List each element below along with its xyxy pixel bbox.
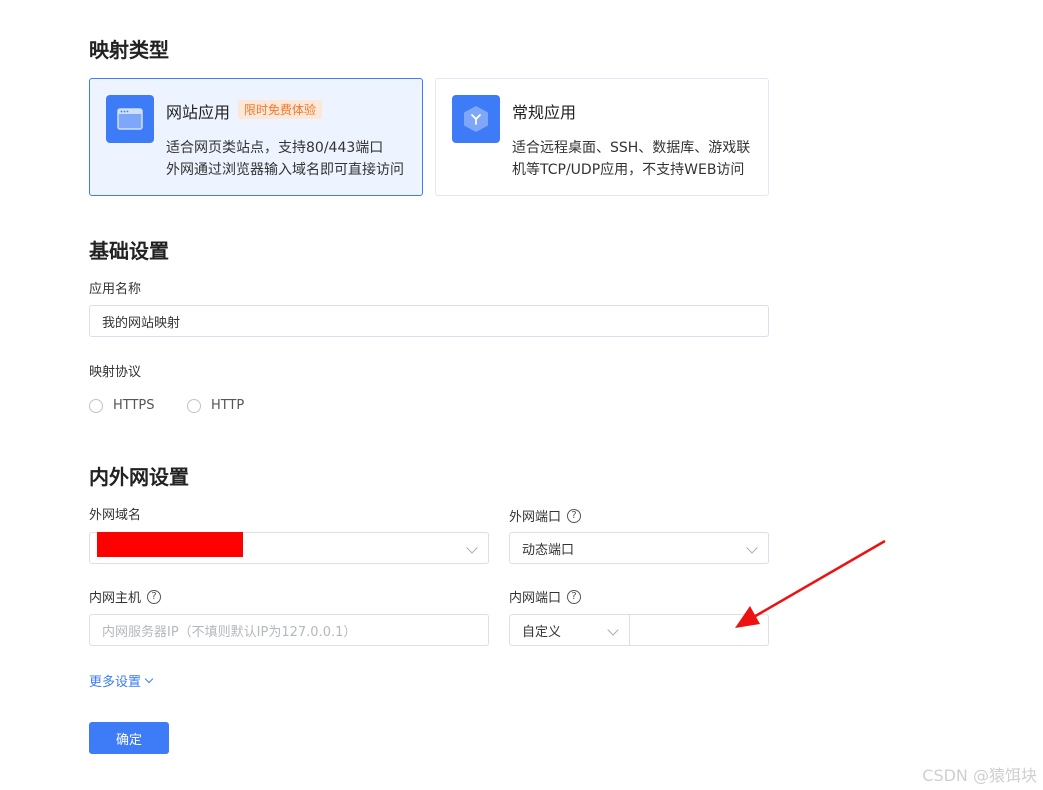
free-trial-badge: 限时免费体验 [238, 100, 323, 119]
help-icon[interactable]: ? [567, 589, 582, 604]
card-web-desc-line: 外网通过浏览器输入域名即可直接访问 [166, 162, 404, 178]
internal-host-label: 内网主机 ? [89, 587, 162, 606]
internal-host-placeholder: 内网服务器IP（不填则默认IP为127.0.0.1） [102, 624, 357, 640]
external-domain-label: 外网域名 [89, 508, 142, 523]
card-general-app[interactable]: 常规应用 适合远程桌面、SSH、数据库、游戏联 机等TCP/UDP应用，不支持W… [435, 78, 769, 196]
internal-host-input[interactable]: 内网服务器IP（不填则默认IP为127.0.0.1） [89, 614, 489, 646]
external-port-value: 动态端口 [522, 542, 575, 558]
internal-host-label-text: 内网主机 [89, 591, 142, 606]
internal-port-mode-value: 自定义 [522, 624, 562, 640]
app-name-label: 应用名称 [89, 282, 142, 297]
card-web-title: 网站应用 [166, 103, 231, 122]
help-icon[interactable]: ? [147, 589, 162, 604]
card-web-app[interactable]: 网站应用 限时免费体验 适合网页类站点，支持80/443端口 外网通过浏览器输入… [89, 78, 423, 196]
app-name-value: 我的网站映射 [102, 315, 181, 331]
radio-circle [187, 398, 201, 413]
section-title-network: 内外网设置 [89, 465, 189, 489]
chevron-down-icon [466, 542, 478, 554]
chevron-down-icon [607, 624, 619, 636]
radio-https[interactable]: HTTPS [89, 398, 155, 413]
app-name-input[interactable]: 我的网站映射 [89, 305, 769, 337]
watermark: CSDN @猿饵块 [922, 766, 1037, 785]
chevron-down-icon [144, 674, 154, 684]
more-settings-link[interactable]: 更多设置 [89, 671, 154, 690]
radio-http-label: HTTP [211, 398, 245, 413]
card-web-description: 适合网页类站点，支持80/443端口 外网通过浏览器输入域名即可直接访问 [166, 137, 416, 181]
browser-window-icon [106, 95, 154, 143]
protocol-label: 映射协议 [89, 365, 142, 380]
card-general-desc-line: 适合远程桌面、SSH、数据库、游戏联 [512, 140, 751, 156]
internal-port-label: 内网端口 ? [509, 587, 582, 606]
radio-https-label: HTTPS [113, 398, 155, 413]
chevron-down-icon [746, 542, 758, 554]
card-general-title: 常规应用 [512, 103, 577, 122]
confirm-button[interactable]: 确定 [89, 722, 169, 754]
external-port-label: 外网端口 ? [509, 506, 582, 525]
redacted-domain-block [97, 532, 243, 557]
hexagon-icon [452, 95, 500, 143]
internal-port-mode-select[interactable]: 自定义 [509, 614, 630, 646]
page: 映射类型 网站应用 限时免费体验 适合网页类站点，支持80/443端口 外网通过… [0, 0, 1043, 790]
card-general-desc-line: 机等TCP/UDP应用，不支持WEB访问 [512, 162, 745, 178]
internal-port-label-text: 内网端口 [509, 591, 562, 606]
radio-http[interactable]: HTTP [187, 398, 244, 413]
section-title-mapping-type: 映射类型 [89, 38, 169, 62]
radio-circle [89, 398, 103, 413]
external-port-select[interactable]: 动态端口 [509, 532, 769, 564]
card-web-desc-line: 适合网页类站点，支持80/443端口 [166, 140, 384, 156]
external-port-label-text: 外网端口 [509, 510, 562, 525]
internal-port-input[interactable] [629, 614, 769, 646]
more-settings-label: 更多设置 [89, 675, 142, 690]
card-general-description: 适合远程桌面、SSH、数据库、游戏联 机等TCP/UDP应用，不支持WEB访问 [512, 137, 762, 181]
help-icon[interactable]: ? [567, 508, 582, 523]
section-title-basic: 基础设置 [89, 239, 169, 263]
